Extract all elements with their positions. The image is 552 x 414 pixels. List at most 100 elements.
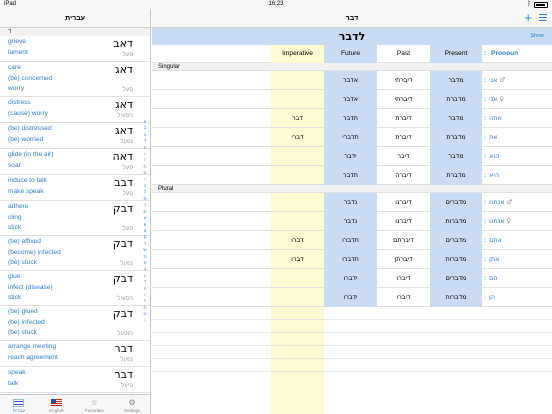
list-item[interactable]: glide (in the air) soar דאה פעל [0,149,150,175]
pronoun-colon: : [484,114,487,122]
entry-english: (be) stuck [8,329,37,336]
add-favorite-icon[interactable]: + [524,10,532,26]
entry-binyan: פיעל [121,383,133,389]
cell-pronoun: : את [484,128,498,147]
detail-title: דבר [345,15,359,22]
male-icon: ♂ [499,76,506,84]
list-item[interactable]: (be) distressed (be) worried דאג נפעל [0,123,150,149]
list-item[interactable]: glue infect (disease) stick דבק הפעיל [0,271,150,306]
cell-imperative [271,90,324,109]
list-item[interactable]: (be) affixed (become) infected (be) stuck ד… [0,236,150,271]
entry-english: glide (in the air) [8,151,54,158]
app-root: iPad 16:23 ᛒ עברית ד grieve lament דאב פעל c… [0,0,552,414]
entry-english: (be) distressed [8,125,52,132]
cell-pronoun: : אני ♀ [484,90,504,109]
gear-icon: ⚙ [128,398,136,407]
cell-imperative [271,269,324,288]
cell-present: מדברים [445,198,467,206]
cell-pronoun: : היא [484,166,499,185]
cell-present: מדברת [446,133,466,141]
cell-pronoun: : הוא [484,147,499,166]
section-header-letter: ד [0,28,150,36]
cell-imperative [271,71,324,90]
tab-english[interactable]: English [38,395,76,414]
entry-english: (be) stuck [8,259,37,266]
cell-imperative: דברי [291,133,304,141]
entry-binyan: פעל [122,52,133,58]
pronoun-colon: : [484,171,487,179]
cell-future: אדבר [342,95,359,103]
cell-future: ידברו [343,274,358,282]
pronoun-colon: : [484,293,487,301]
entry-binyan: הפעיל [117,113,133,119]
entry-english: talk [8,379,19,387]
index-letter[interactable]: י [142,318,148,324]
entry-hebrew: דבק [112,202,133,215]
list-item[interactable]: arrange meeting reach agreement דבר נפעל [0,341,150,367]
cell-pronoun: : אתה [484,109,502,128]
cell-past: דיבר [397,152,410,160]
list-item[interactable]: care (be) concerned worry דאג פעל [0,62,150,97]
show-button[interactable]: Show [530,33,544,39]
cell-present: מדברת [446,95,466,103]
entry-hebrew: דבק [112,237,133,250]
section-singular: Singular [152,63,552,71]
tab-favorites[interactable]: ☆ Favorites [76,395,114,414]
tab-settings[interactable]: ⚙ Settings [113,395,150,414]
female-icon: ♀ [506,217,512,225]
entry-binyan: נפעל [120,357,133,363]
cell-present: מדברות [445,255,467,263]
entry-english: stick [8,294,22,301]
entry-binyan: פעל [122,191,133,197]
entry-binyan: פעל [122,165,133,171]
conjugation-row: אדבר דיברתי מדבר: אני ♂ [152,71,552,90]
list-item[interactable]: grieve lament דאב פעל [0,36,150,62]
empty-row [152,333,552,346]
entry-hebrew: דאג [115,63,133,76]
list-item[interactable]: (be) glued (be) infected (be) stuck דבק הופע… [0,306,150,341]
cell-pronoun: : אנחנו ♀ [484,212,511,231]
empty-row [152,346,552,359]
list-item[interactable]: adhere cling stick דבק פעל [0,201,150,236]
entry-binyan: נפעל [120,139,133,145]
cell-present: מדברים [445,236,467,244]
cell-past: דיברתן [394,255,413,263]
section-plural: Plural [152,185,552,193]
cell-past: דיברתם [393,236,414,244]
entry-english: (be) worried [8,135,44,143]
entry-english: (be) glued [8,308,38,315]
tab-bar: עברית English ☆ Favorites ⚙ Settings [0,394,150,414]
menu-icon[interactable] [539,14,547,23]
entry-hebrew: דבר [114,342,133,355]
status-icons: ᛒ [527,0,548,9]
list-title: עברית [0,9,150,28]
header-present: Present [430,45,482,63]
cell-past: דיברו [396,274,411,282]
entry-binyan: פעל [122,226,133,232]
entry-binyan: פעל [122,87,133,93]
pronoun-text: אני [489,76,498,84]
entry-english: glue [8,273,21,280]
cell-imperative: דברו [291,255,304,263]
tab-hebrew[interactable]: עברית [0,395,38,414]
entry-english: speak [8,369,26,376]
list-item[interactable]: distress (cause) worry דאג הפעיל [0,97,150,123]
cell-present: מדבר [448,76,464,84]
entry-hebrew: דאג [115,98,133,111]
entry-english: (cause) worry [8,109,48,117]
pronoun-text: הן [489,293,496,301]
entry-hebrew: דאב [113,37,133,50]
female-icon: ♀ [499,95,505,103]
cell-pronoun: : הן [484,288,495,307]
pronoun-colon: : [484,255,487,263]
cell-past: דיברת [395,133,412,141]
alphabet-index[interactable]: אבגדהוזחטיכלמנסעפצקרשתאבגדהוזחטי [142,119,148,324]
pronoun-colon: : [484,198,487,206]
pronoun-text: אנחנו [489,217,505,225]
list-item[interactable]: induce to talk make speak דבב פעל [0,175,150,201]
verb-list-panel: עברית ד grieve lament דאב פעל care (be) conce… [0,9,151,414]
verb-list[interactable]: grieve lament דאב פעל care (be) concerned worr… [0,36,150,414]
clock: 16:23 [268,1,284,7]
pronoun-text: הוא [489,152,500,160]
list-item[interactable]: speak talk דבר פיעל [0,367,150,393]
